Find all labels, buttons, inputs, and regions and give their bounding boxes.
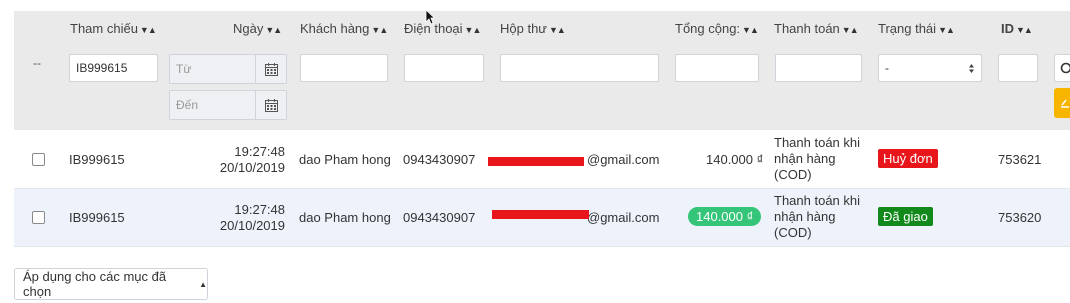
sort-icon: ▼▲ — [549, 25, 566, 35]
cell-id: 753620 — [998, 210, 1042, 225]
cell-reference: IB999615 — [69, 210, 125, 225]
date-from-field[interactable] — [169, 54, 287, 84]
payment-line: nhận hàng — [774, 209, 836, 224]
sort-icon: ▼▲ — [1016, 25, 1033, 35]
email-redaction — [488, 157, 584, 166]
payment-line: Thanh toán khi — [774, 193, 861, 208]
select-all-dash: -- — [33, 56, 41, 70]
payment-filter-input[interactable] — [775, 54, 862, 82]
header-status[interactable]: Trạng thái ▼▲ — [878, 21, 955, 36]
bulk-action-label: Áp dụng cho các mục đã chọn — [23, 269, 167, 299]
date-to-field[interactable] — [169, 90, 287, 120]
cell-email: @gmail.com — [587, 152, 660, 167]
header-reference-label: Tham chiếu — [70, 21, 138, 36]
header-phone[interactable]: Điện thoại ▼▲ — [404, 21, 482, 36]
payment-line: (COD) — [774, 167, 812, 182]
eraser-icon — [1061, 99, 1069, 108]
total-filter-input[interactable] — [675, 54, 759, 82]
cell-phone: 0943430907 — [403, 210, 476, 225]
header-id-label: ID — [1001, 21, 1014, 36]
cell-id: 753621 — [998, 152, 1042, 167]
status-filter-select[interactable]: - — [878, 54, 982, 82]
select-arrows-icon — [969, 63, 974, 73]
calendar-icon[interactable] — [255, 55, 286, 83]
cell-payment: Thanh toán khi nhận hàng (COD) — [774, 135, 860, 183]
cell-date-value: 20/10/2019 — [219, 160, 285, 175]
status-badge: Đã giao — [878, 207, 933, 226]
cell-customer: dao Pham hong — [299, 152, 391, 167]
header-mailbox-label: Hộp thư — [500, 21, 548, 36]
search-button[interactable] — [1054, 54, 1070, 82]
sort-icon: ▼▲ — [371, 25, 388, 35]
header-date[interactable]: Ngày ▼▲ — [233, 21, 282, 36]
header-customer[interactable]: Khách hàng ▼▲ — [300, 21, 388, 36]
table-row: IB999615 19:27:48 20/10/2019 dao Pham ho… — [14, 131, 1070, 189]
calendar-icon[interactable] — [255, 91, 286, 119]
header-date-label: Ngày — [233, 21, 264, 36]
cell-date: 19:27:48 20/10/2019 — [214, 202, 285, 234]
search-icon — [1060, 62, 1070, 74]
id-filter-input[interactable] — [998, 54, 1038, 82]
cell-total: 140.000 ₫ — [706, 152, 764, 167]
caret-up-icon: ▲ — [199, 279, 207, 289]
header-reference[interactable]: Tham chiếu ▼▲ — [70, 21, 157, 36]
header-customer-label: Khách hàng — [300, 21, 370, 36]
header-payment-label: Thanh toán — [774, 21, 840, 36]
payment-line: (COD) — [774, 225, 812, 240]
row-checkbox[interactable] — [32, 211, 45, 224]
phone-filter-input[interactable] — [404, 54, 484, 82]
sort-icon: ▼▲ — [938, 25, 955, 35]
header-mailbox[interactable]: Hộp thư ▼▲ — [500, 21, 566, 36]
status-badge: Huỷ đơn — [878, 149, 938, 168]
status-filter-selected: - — [885, 61, 889, 75]
orders-table: Tham chiếu ▼▲ Ngày ▼▲ Khách hàng ▼▲ Điện th… — [14, 11, 1070, 247]
header-total[interactable]: Tổng cộng: ▼▲ — [675, 21, 759, 36]
reference-filter-input[interactable] — [69, 54, 158, 82]
payment-line: nhận hàng — [774, 151, 836, 166]
sort-icon: ▼▲ — [742, 25, 759, 35]
payment-line: Thanh toán khi — [774, 135, 861, 150]
sort-icon: ▼▲ — [841, 25, 859, 35]
header-status-label: Trạng thái — [878, 21, 937, 36]
sort-icon: ▼▲ — [265, 25, 282, 35]
cell-date: 19:27:48 20/10/2019 — [214, 144, 285, 176]
header-total-label: Tổng cộng: — [675, 21, 741, 36]
sort-icon: ▼▲ — [464, 25, 482, 35]
header-id[interactable]: ID ▼▲ — [1001, 21, 1033, 36]
clear-filter-button[interactable] — [1054, 88, 1070, 118]
cell-phone: 0943430907 — [403, 152, 476, 167]
sort-icon: ▼▲ — [139, 25, 157, 35]
cell-email: @gmail.com — [587, 210, 660, 225]
cell-date-value: 20/10/2019 — [219, 218, 285, 233]
cell-time: 19:27:48 — [234, 202, 285, 217]
cell-time: 19:27:48 — [234, 144, 285, 159]
cell-reference: IB999615 — [69, 152, 125, 167]
customer-filter-input[interactable] — [300, 54, 388, 82]
mailbox-filter-input[interactable] — [500, 54, 659, 82]
header-payment[interactable]: Thanh toán ▼▲ — [774, 21, 859, 36]
cell-customer: dao Pham hong — [299, 210, 391, 225]
mouse-cursor-icon — [425, 9, 435, 25]
bulk-action-button[interactable]: Áp dụng cho các mục đã chọn ▲ — [14, 268, 208, 300]
email-redaction — [492, 210, 589, 219]
total-badge: 140.000 ₫ — [688, 207, 762, 226]
table-row: IB999615 19:27:48 20/10/2019 dao Pham ho… — [14, 189, 1070, 247]
cell-payment: Thanh toán khi nhận hàng (COD) — [774, 193, 860, 241]
row-checkbox[interactable] — [32, 153, 45, 166]
